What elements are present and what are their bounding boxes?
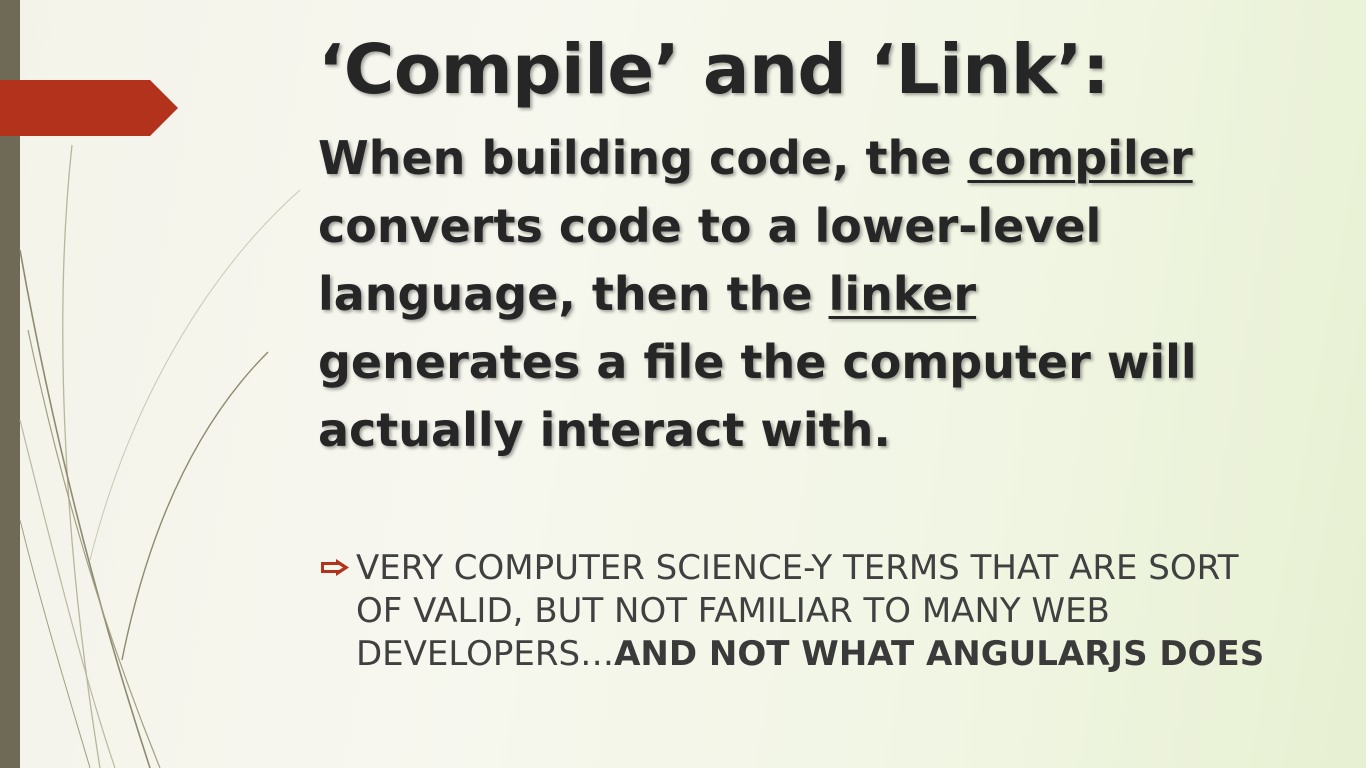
term-linker: linker (828, 267, 977, 321)
slide: ‘Compile’ and ‘Link’: When building code… (0, 0, 1366, 768)
bullet-text: VERY COMPUTER SCIENCE-Y TERMS THAT ARE S… (320, 547, 1280, 676)
title-arrow-marker (0, 80, 178, 136)
bullet-emphasis-text: AND NOT WHAT ANGULARJS DOES (614, 634, 1265, 674)
subtitle-text-part1: When building code, the (318, 131, 968, 185)
subtitle-text-part3: generates a file the computer will actua… (318, 335, 1197, 457)
slide-subtitle: When building code, the compiler convert… (318, 124, 1218, 464)
slide-title: ‘Compile’ and ‘Link’: (318, 30, 1110, 110)
arrow-bullet-icon (321, 559, 349, 576)
subtitle-text-part2: converts code to a lower-level language,… (318, 199, 1102, 321)
bullet-item: VERY COMPUTER SCIENCE-Y TERMS THAT ARE S… (320, 547, 1280, 676)
term-compiler: compiler (967, 131, 1193, 185)
